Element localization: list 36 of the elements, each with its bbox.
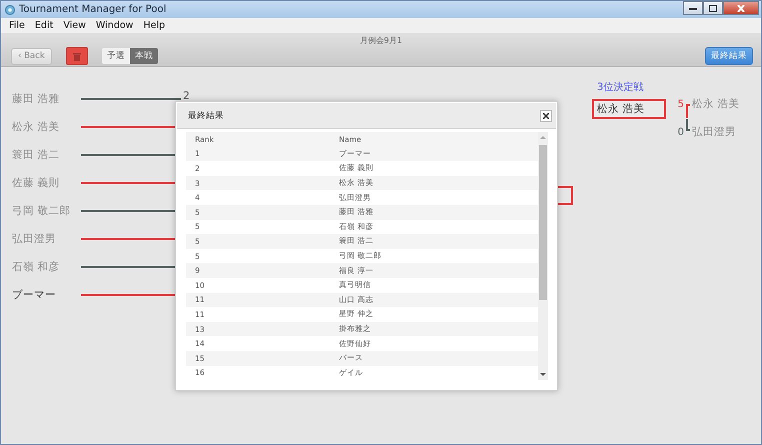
- maximize-button[interactable]: [703, 1, 723, 15]
- player-name: 簑田 浩二: [12, 148, 60, 162]
- match-score: 0: [676, 126, 684, 138]
- player-name: 松永 浩美: [12, 120, 60, 134]
- third-place-winner: 松永 浩美: [592, 99, 666, 119]
- minimize-button[interactable]: [683, 1, 703, 15]
- trash-icon: [72, 52, 81, 60]
- menu-item[interactable]: File: [9, 20, 25, 31]
- maximize-icon: [709, 4, 717, 12]
- player-name: 弓岡 敬二郎: [12, 204, 72, 218]
- player-name: 石嶺 和彦: [12, 260, 60, 274]
- close-icon: [543, 112, 549, 118]
- player-name: 藤田 浩雅: [12, 92, 60, 106]
- dialog-title: 最終結果: [188, 110, 225, 122]
- third-place-title: 3位決定戦: [596, 80, 644, 94]
- menu-item[interactable]: View: [63, 20, 86, 31]
- delete-button[interactable]: [66, 47, 88, 65]
- player-name: 佐藤 義則: [12, 176, 60, 190]
- player-name: ブーマー: [12, 288, 57, 302]
- menu-item[interactable]: Edit: [34, 20, 54, 31]
- event-subtitle: 月例会9月1: [358, 35, 404, 46]
- player-name: 弘田澄男: [12, 232, 57, 246]
- phase-tab[interactable]: 予選: [102, 48, 130, 64]
- player-name: 松永 浩美: [692, 97, 740, 111]
- close-icon: [737, 4, 745, 12]
- window-title: Tournament Manager for Pool: [19, 4, 168, 15]
- player-name: 弘田澄男: [692, 125, 736, 139]
- minimize-icon: [689, 6, 697, 10]
- app-icon: [5, 4, 15, 14]
- match-score: 2: [183, 90, 190, 102]
- match-score: 5: [676, 98, 684, 110]
- phase-tab[interactable]: 本戦: [130, 48, 158, 64]
- menu-item[interactable]: Help: [143, 20, 165, 31]
- scrollbar[interactable]: [538, 132, 548, 380]
- menu-item[interactable]: Window: [96, 20, 134, 31]
- close-button[interactable]: [540, 110, 552, 122]
